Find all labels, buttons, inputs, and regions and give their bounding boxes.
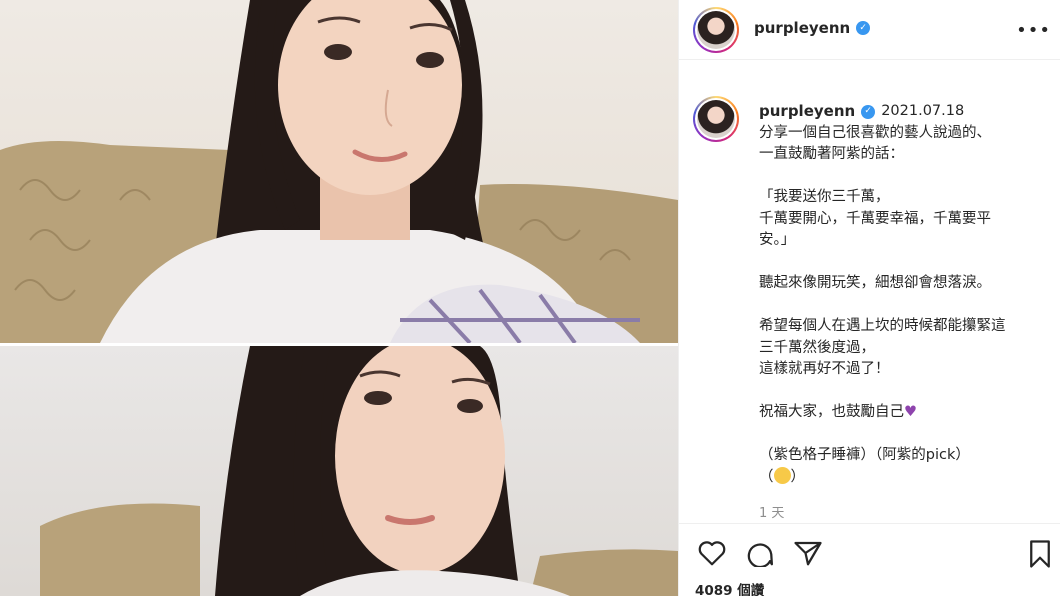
more-options-icon[interactable]: ••• <box>1016 20 1051 41</box>
caption-line-with-emoji: 祝福大家，也鼓勵自己♥ <box>759 402 1049 424</box>
caption-username-link[interactable]: purpleyenn <box>759 101 855 123</box>
caption-text: 祝福大家，也鼓勵自己 <box>759 404 904 420</box>
face-emoji-icon <box>773 466 791 484</box>
post-side-panel: purpleyenn ✓ ••• purpleyenn ✓ 2021.07.18… <box>678 0 1060 596</box>
post-media[interactable] <box>0 0 678 596</box>
post-photo-bottom <box>0 346 678 596</box>
caption-line: 這樣就再好不過了！ <box>759 361 890 377</box>
profile-photo <box>697 100 735 138</box>
paper-plane-icon[interactable] <box>793 539 823 567</box>
purple-heart-icon: ♥ <box>904 404 917 420</box>
caption-line: 安。」 <box>759 232 796 248</box>
caption-line: （紫色格子睡褲）（阿紫的pick） <box>759 447 970 463</box>
caption-line-with-emoji: （） <box>759 466 1049 489</box>
post-date: 2021.07.18 <box>881 103 965 119</box>
caption-line: 分享一個自己很喜歡的藝人說過的、 <box>759 124 991 141</box>
verified-check-icon: ✓ <box>856 21 871 35</box>
caption-line: 聽起來像開玩笑，細想卻會想落淚。 <box>759 275 991 291</box>
heart-icon[interactable] <box>697 539 727 567</box>
avatar[interactable] <box>693 7 739 53</box>
verified-check-icon: ✓ <box>861 104 876 119</box>
caption-text: （ <box>759 468 774 485</box>
header-user: purpleyenn ✓ <box>754 19 871 37</box>
likes-count[interactable]: 4089 個讚 <box>695 579 764 596</box>
post-time-ago[interactable]: 1 天 <box>759 502 784 521</box>
caption-text: ） <box>790 468 806 485</box>
caption-line: 希望每個人在遇上坎的時候都能攥緊這 <box>759 318 1006 334</box>
caption-line: 一直鼓勵著阿紫的話： <box>759 146 904 162</box>
caption-header: purpleyenn ✓ 2021.07.18 <box>759 101 1049 123</box>
profile-photo <box>697 11 735 49</box>
caption-line: 千萬要開心，千萬要幸福，千萬要平 <box>759 210 991 227</box>
comment-icon[interactable] <box>745 539 775 567</box>
caption-avatar[interactable] <box>693 96 739 142</box>
post-photo-top <box>0 0 678 343</box>
caption-line: 「我要送你三千萬， <box>759 189 890 205</box>
bookmark-icon[interactable] <box>1027 539 1053 569</box>
selfie-illustration-bottom <box>40 346 678 596</box>
username-link[interactable]: purpleyenn <box>754 19 850 37</box>
post-header: purpleyenn ✓ ••• <box>679 0 1060 60</box>
caption-line: 三千萬然後度過， <box>759 339 875 356</box>
post-caption: purpleyenn ✓ 2021.07.18 分享一個自己很喜歡的藝人說過的、… <box>759 101 1049 488</box>
selfie-illustration-top <box>0 0 678 343</box>
